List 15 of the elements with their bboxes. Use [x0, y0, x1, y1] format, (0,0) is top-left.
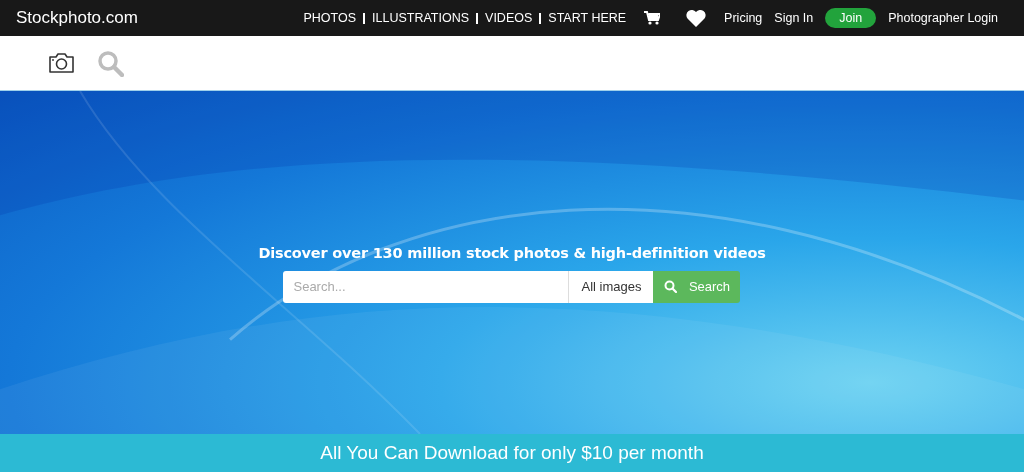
nav-link[interactable]: START HERE: [548, 12, 634, 24]
nav-link[interactable]: VIDEOS: [485, 12, 542, 24]
heart-icon[interactable]: [686, 9, 707, 27]
category-dropdown[interactable]: All images: [568, 270, 654, 303]
hero-headline: Discover over 130 million stock photos & high-definition videos: [258, 244, 766, 261]
search-field[interactable]: Search...: [283, 270, 569, 303]
nav-link[interactable]: PHOTOS: [303, 12, 366, 24]
header-link[interactable]: Photographer Login: [888, 11, 998, 25]
header-link[interactable]: Sign In: [774, 11, 814, 25]
header-link[interactable]: Pricing: [724, 11, 763, 25]
nav-link[interactable]: ILLUSTRATIONS: [372, 12, 479, 24]
search-icon: [663, 280, 677, 293]
camera-icon[interactable]: [48, 52, 75, 74]
cart-icon[interactable]: [644, 11, 661, 25]
site-logo[interactable]: Stockphoto.com: [16, 8, 138, 28]
